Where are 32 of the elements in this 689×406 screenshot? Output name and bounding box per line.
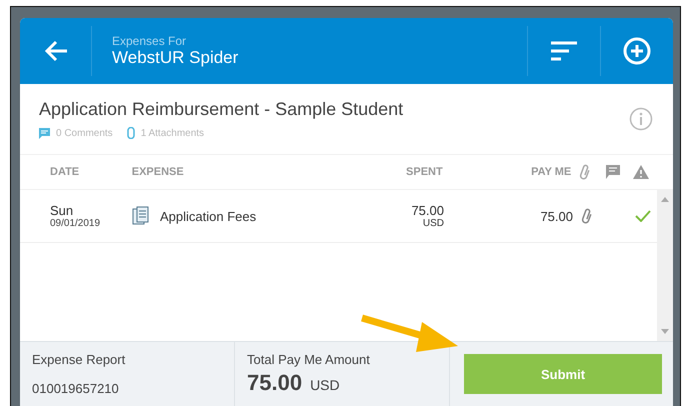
scrollbar[interactable] <box>657 190 673 341</box>
header-subtitle: Expenses For <box>112 34 188 48</box>
warning-icon <box>633 165 650 179</box>
comments-count[interactable]: 0 Comments <box>56 128 113 138</box>
report-title: Application Reimbursement - Sample Student <box>39 99 404 120</box>
attachments-count[interactable]: 1 Attachments <box>140 128 204 138</box>
total-amount: 75.00 <box>247 370 302 396</box>
sort-icon <box>551 41 577 61</box>
expense-day: Sun <box>50 203 132 218</box>
submit-button[interactable]: Submit <box>464 354 662 394</box>
report-number: 010019657210 <box>32 381 120 396</box>
expense-name[interactable]: Application Fees <box>160 208 256 224</box>
document-icon <box>132 206 150 226</box>
comment-icon <box>39 128 50 138</box>
add-icon <box>623 37 651 65</box>
scroll-up-icon[interactable] <box>661 197 669 202</box>
info-icon[interactable] <box>629 107 653 131</box>
column-header: SPENT <box>405 166 443 178</box>
column-header: PAY ME <box>530 166 572 178</box>
total-currency: USD <box>310 377 340 393</box>
spent-amount: 75.00 <box>411 203 444 218</box>
column-header: DATE <box>50 166 80 178</box>
scroll-down-icon[interactable] <box>661 329 669 334</box>
comment-icon <box>606 165 620 179</box>
spent-currency: USD <box>422 218 444 229</box>
pay-me-amount: 75.00 <box>539 208 573 224</box>
header-title: WebstUR Spider <box>112 48 240 68</box>
back-arrow-icon <box>42 39 68 63</box>
report-label: Expense Report <box>32 352 126 367</box>
expense-date: 09/01/2019 <box>50 218 102 229</box>
total-label: Total Pay Me Amount <box>247 352 371 367</box>
column-header: EXPENSE <box>132 166 185 178</box>
